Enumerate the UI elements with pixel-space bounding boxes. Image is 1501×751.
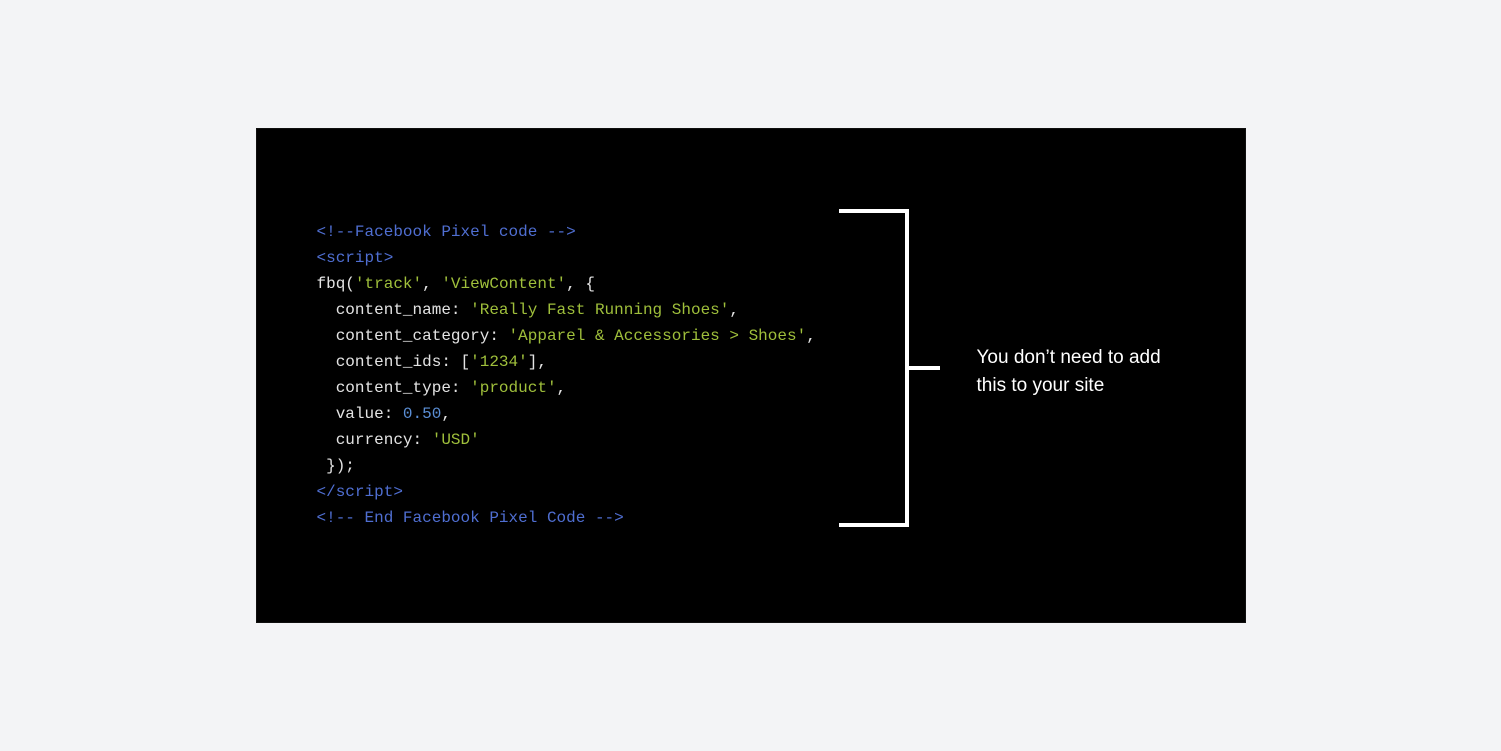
- code-content-category-key: content_category:: [317, 327, 509, 345]
- bracket-tick-bottom: [839, 523, 905, 527]
- code-value-key: value:: [317, 405, 403, 423]
- code-value-number: 0.50: [403, 405, 441, 423]
- code-content-type-key: content_type:: [317, 379, 471, 397]
- code-array-close: ],: [528, 353, 547, 371]
- code-comment-close: <!-- End Facebook Pixel Code -->: [317, 509, 624, 527]
- code-currency-key: currency:: [317, 431, 432, 449]
- code-panel: <!--Facebook Pixel code --> <script> fbq…: [256, 128, 1246, 623]
- code-viewcontent-string: 'ViewContent': [441, 275, 566, 293]
- code-content-name-key: content_name:: [317, 301, 471, 319]
- code-currency-value: 'USD': [432, 431, 480, 449]
- code-obj-close: });: [317, 457, 355, 475]
- code-content-name-value: 'Really Fast Running Shoes': [470, 301, 729, 319]
- bracket-tick-top: [839, 209, 905, 213]
- bracket-tick-mid: [905, 366, 940, 370]
- code-fbq-call: fbq(: [317, 275, 355, 293]
- code-content-type-value: 'product': [470, 379, 556, 397]
- annotation-bracket: [839, 209, 909, 527]
- code-comma: ,: [806, 327, 816, 345]
- code-comment-open: <!--Facebook Pixel code -->: [317, 223, 576, 241]
- code-obj-open: , {: [566, 275, 595, 293]
- annotation-line-2: this to your site: [977, 372, 1197, 400]
- code-comma: ,: [557, 379, 567, 397]
- code-content-category-value: 'Apparel & Accessories > Shoes': [509, 327, 807, 345]
- code-track-string: 'track': [355, 275, 422, 293]
- code-comma: ,: [729, 301, 739, 319]
- code-script-open: <script>: [317, 249, 394, 267]
- code-content-ids-value: '1234': [470, 353, 528, 371]
- code-block: <!--Facebook Pixel code --> <script> fbq…: [317, 219, 816, 531]
- annotation-text: You don’t need to add this to your site: [977, 344, 1197, 400]
- annotation-line-1: You don’t need to add: [977, 344, 1197, 372]
- code-content-ids-key: content_ids: [: [317, 353, 471, 371]
- code-comma: ,: [441, 405, 451, 423]
- code-sep: ,: [422, 275, 441, 293]
- code-script-close: </script>: [317, 483, 403, 501]
